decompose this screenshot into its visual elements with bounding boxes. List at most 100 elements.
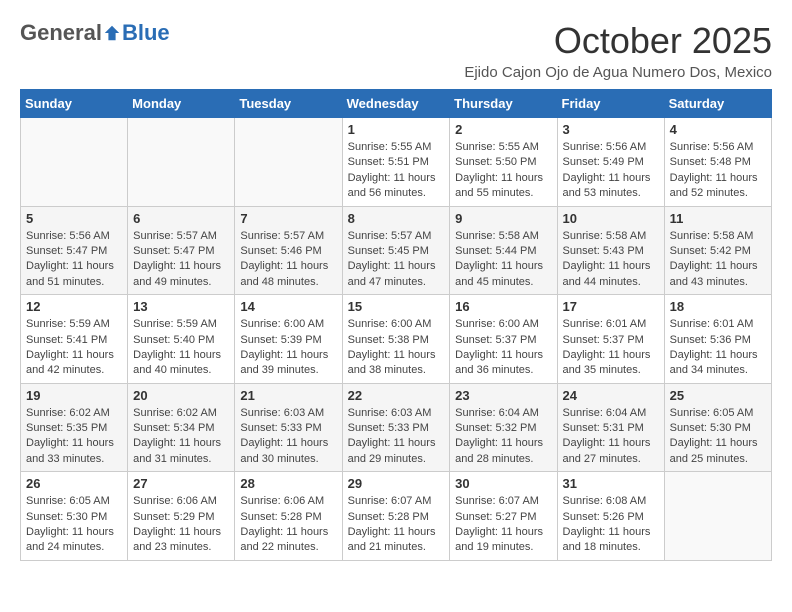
day-info: Sunrise: 6:06 AM Sunset: 5:29 PM Dayligh…	[133, 494, 229, 556]
table-row	[128, 118, 235, 207]
day-number: 12	[26, 299, 122, 314]
day-number: 31	[563, 476, 659, 491]
table-row: 19 Sunrise: 6:02 AM Sunset: 5:35 PM Dayli…	[21, 383, 128, 472]
day-number: 28	[240, 476, 336, 491]
table-row: 3 Sunrise: 5:56 AM Sunset: 5:49 PM Daylig…	[557, 118, 664, 207]
location-title: Ejido Cajon Ojo de Agua Numero Dos, Mexi…	[464, 64, 772, 81]
table-row: 21 Sunrise: 6:03 AM Sunset: 5:33 PM Dayli…	[235, 383, 342, 472]
day-number: 22	[348, 388, 445, 403]
table-row: 22 Sunrise: 6:03 AM Sunset: 5:33 PM Dayli…	[342, 383, 450, 472]
day-info: Sunrise: 6:04 AM Sunset: 5:32 PM Dayligh…	[455, 406, 551, 468]
table-row: 16 Sunrise: 6:00 AM Sunset: 5:37 PM Dayli…	[450, 295, 557, 384]
table-row: 14Sunrise: 6:00 AM Sunset: 5:39 PM Dayli…	[235, 295, 342, 384]
logo-icon	[103, 24, 121, 42]
day-info: Sunrise: 6:07 AM Sunset: 5:28 PM Dayligh…	[348, 494, 445, 556]
calendar-header-friday: Friday	[557, 90, 664, 118]
day-info: Sunrise: 6:03 AM Sunset: 5:33 PM Dayligh…	[240, 406, 336, 468]
month-title: October 2025	[464, 20, 772, 62]
day-number: 29	[348, 476, 445, 491]
calendar-week-row: 26 Sunrise: 6:05 AM Sunset: 5:30 PM Dayli…	[21, 472, 772, 561]
table-row	[21, 118, 128, 207]
calendar-header-monday: Monday	[128, 90, 235, 118]
day-info: Sunrise: 6:04 AM Sunset: 5:31 PM Dayligh…	[563, 406, 659, 468]
day-number: 15	[348, 299, 445, 314]
table-row: 17 Sunrise: 6:01 AM Sunset: 5:37 PM Dayli…	[557, 295, 664, 384]
day-info: Sunrise: 6:03 AM Sunset: 5:33 PM Dayligh…	[348, 406, 445, 468]
calendar-week-row: 12 Sunrise: 5:59 AM Sunset: 5:41 PM Dayli…	[21, 295, 772, 384]
calendar-week-row: 1Sunrise: 5:55 AM Sunset: 5:51 PM Daylig…	[21, 118, 772, 207]
day-number: 27	[133, 476, 229, 491]
calendar-table: SundayMondayTuesdayWednesdayThursdayFrid…	[20, 89, 772, 561]
calendar-week-row: 19 Sunrise: 6:02 AM Sunset: 5:35 PM Dayli…	[21, 383, 772, 472]
logo-general-text: General	[20, 20, 102, 46]
table-row: 8 Sunrise: 5:57 AM Sunset: 5:45 PM Daylig…	[342, 206, 450, 295]
calendar-header-row: SundayMondayTuesdayWednesdayThursdayFrid…	[21, 90, 772, 118]
table-row: 24Sunrise: 6:04 AM Sunset: 5:31 PM Dayli…	[557, 383, 664, 472]
table-row: 31 Sunrise: 6:08 AM Sunset: 5:26 PM Dayli…	[557, 472, 664, 561]
table-row: 18 Sunrise: 6:01 AM Sunset: 5:36 PM Dayli…	[664, 295, 771, 384]
logo-blue-text: Blue	[122, 20, 170, 46]
day-number: 17	[563, 299, 659, 314]
day-info: Sunrise: 5:59 AM Sunset: 5:40 PM Dayligh…	[133, 317, 229, 379]
table-row: 1Sunrise: 5:55 AM Sunset: 5:51 PM Daylig…	[342, 118, 450, 207]
table-row: 26 Sunrise: 6:05 AM Sunset: 5:30 PM Dayli…	[21, 472, 128, 561]
day-info: Sunrise: 6:05 AM Sunset: 5:30 PM Dayligh…	[670, 406, 766, 468]
logo: General Blue	[20, 20, 170, 46]
day-number: 18	[670, 299, 766, 314]
calendar-header-saturday: Saturday	[664, 90, 771, 118]
day-info: Sunrise: 6:05 AM Sunset: 5:30 PM Dayligh…	[26, 494, 122, 556]
day-info: Sunrise: 6:01 AM Sunset: 5:37 PM Dayligh…	[563, 317, 659, 379]
day-info: Sunrise: 6:08 AM Sunset: 5:26 PM Dayligh…	[563, 494, 659, 556]
calendar-header-tuesday: Tuesday	[235, 90, 342, 118]
day-info: Sunrise: 6:07 AM Sunset: 5:27 PM Dayligh…	[455, 494, 551, 556]
day-number: 10	[563, 211, 659, 226]
day-info: Sunrise: 6:02 AM Sunset: 5:35 PM Dayligh…	[26, 406, 122, 468]
day-info: Sunrise: 5:57 AM Sunset: 5:46 PM Dayligh…	[240, 229, 336, 291]
day-info: Sunrise: 5:59 AM Sunset: 5:41 PM Dayligh…	[26, 317, 122, 379]
day-info: Sunrise: 5:56 AM Sunset: 5:48 PM Dayligh…	[670, 140, 766, 202]
day-info: Sunrise: 5:58 AM Sunset: 5:42 PM Dayligh…	[670, 229, 766, 291]
table-row: 6Sunrise: 5:57 AM Sunset: 5:47 PM Daylig…	[128, 206, 235, 295]
calendar-week-row: 5Sunrise: 5:56 AM Sunset: 5:47 PM Daylig…	[21, 206, 772, 295]
table-row: 4 Sunrise: 5:56 AM Sunset: 5:48 PM Daylig…	[664, 118, 771, 207]
day-number: 8	[348, 211, 445, 226]
day-info: Sunrise: 5:58 AM Sunset: 5:44 PM Dayligh…	[455, 229, 551, 291]
day-number: 2	[455, 122, 551, 137]
table-row: 25Sunrise: 6:05 AM Sunset: 5:30 PM Dayli…	[664, 383, 771, 472]
day-number: 23	[455, 388, 551, 403]
day-number: 4	[670, 122, 766, 137]
day-info: Sunrise: 5:57 AM Sunset: 5:45 PM Dayligh…	[348, 229, 445, 291]
table-row: 11 Sunrise: 5:58 AM Sunset: 5:42 PM Dayli…	[664, 206, 771, 295]
day-number: 30	[455, 476, 551, 491]
table-row	[664, 472, 771, 561]
day-number: 1	[348, 122, 445, 137]
table-row	[235, 118, 342, 207]
day-number: 19	[26, 388, 122, 403]
day-number: 11	[670, 211, 766, 226]
day-number: 21	[240, 388, 336, 403]
table-row: 12 Sunrise: 5:59 AM Sunset: 5:41 PM Dayli…	[21, 295, 128, 384]
table-row: 5Sunrise: 5:56 AM Sunset: 5:47 PM Daylig…	[21, 206, 128, 295]
day-number: 13	[133, 299, 229, 314]
table-row: 9Sunrise: 5:58 AM Sunset: 5:44 PM Daylig…	[450, 206, 557, 295]
day-number: 7	[240, 211, 336, 226]
day-info: Sunrise: 6:06 AM Sunset: 5:28 PM Dayligh…	[240, 494, 336, 556]
table-row: 27 Sunrise: 6:06 AM Sunset: 5:29 PM Dayli…	[128, 472, 235, 561]
calendar-header-thursday: Thursday	[450, 90, 557, 118]
table-row: 15Sunrise: 6:00 AM Sunset: 5:38 PM Dayli…	[342, 295, 450, 384]
day-number: 3	[563, 122, 659, 137]
day-info: Sunrise: 5:56 AM Sunset: 5:49 PM Dayligh…	[563, 140, 659, 202]
day-info: Sunrise: 5:55 AM Sunset: 5:50 PM Dayligh…	[455, 140, 551, 202]
day-number: 16	[455, 299, 551, 314]
table-row: 28 Sunrise: 6:06 AM Sunset: 5:28 PM Dayli…	[235, 472, 342, 561]
day-number: 14	[240, 299, 336, 314]
day-info: Sunrise: 6:00 AM Sunset: 5:37 PM Dayligh…	[455, 317, 551, 379]
page-header: General Blue October 2025 Ejido Cajon Oj…	[20, 20, 772, 81]
table-row: 2 Sunrise: 5:55 AM Sunset: 5:50 PM Daylig…	[450, 118, 557, 207]
day-info: Sunrise: 5:57 AM Sunset: 5:47 PM Dayligh…	[133, 229, 229, 291]
day-number: 26	[26, 476, 122, 491]
calendar-header-wednesday: Wednesday	[342, 90, 450, 118]
day-info: Sunrise: 6:01 AM Sunset: 5:36 PM Dayligh…	[670, 317, 766, 379]
title-area: October 2025 Ejido Cajon Ojo de Agua Num…	[464, 20, 772, 81]
calendar-header-sunday: Sunday	[21, 90, 128, 118]
